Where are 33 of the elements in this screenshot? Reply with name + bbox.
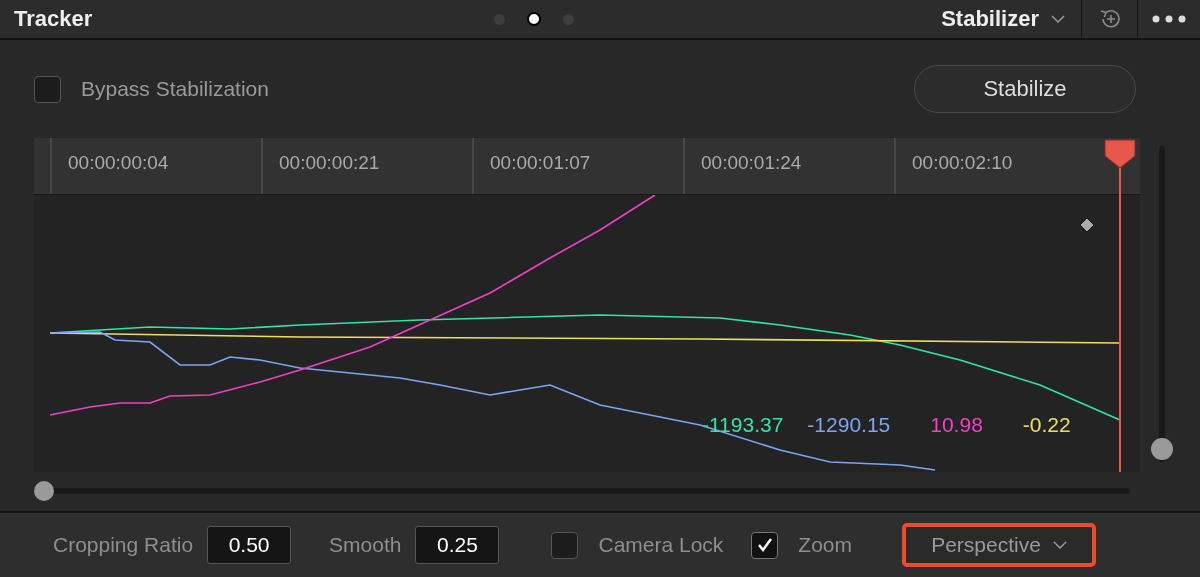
cropping-ratio-field[interactable]: 0.50 <box>207 526 292 564</box>
bypass-label: Bypass Stabilization <box>81 77 269 101</box>
more-icon[interactable] <box>1152 15 1186 23</box>
stabilize-button[interactable]: Stabilize <box>914 65 1136 113</box>
playhead[interactable] <box>1103 138 1137 474</box>
zoom-slider[interactable] <box>1151 146 1173 462</box>
panel-title: Tracker <box>13 6 94 32</box>
bypass-checkbox[interactable] <box>34 75 61 103</box>
curve-value: 10.98 <box>930 413 983 437</box>
timecode: 00:00:00:21 <box>261 138 472 194</box>
mode-dropdown[interactable]: Stabilizer <box>941 0 1081 39</box>
field-label: Smooth <box>329 533 402 557</box>
checkbox-label: Camera Lock <box>598 533 724 557</box>
checkbox-label: Zoom <box>798 533 853 557</box>
camera-lock-checkbox[interactable] <box>551 531 579 559</box>
curve-value: -1193.37 <box>702 413 784 437</box>
timeline-ruler[interactable]: 00:00:00:04 00:00:00:21 00:00:01:07 00:00:01:24 00:00:02:10 <box>34 138 1140 195</box>
chevron-icon <box>1052 541 1067 549</box>
curve-value: -0.22 <box>1022 413 1071 437</box>
field-label: Cropping Ratio <box>53 533 194 557</box>
page-dot[interactable] <box>527 12 541 26</box>
chevron-icon <box>1051 15 1065 23</box>
slider-thumb[interactable] <box>1151 438 1173 460</box>
zoom-checkbox[interactable] <box>751 531 779 559</box>
scroll-thumb[interactable] <box>34 481 54 501</box>
curve-value: -1290.15 <box>807 413 891 437</box>
keyframe-icon[interactable] <box>1079 217 1095 233</box>
framing-dropdown[interactable]: Perspective <box>902 523 1097 567</box>
smooth-field[interactable]: 0.25 <box>415 526 500 564</box>
timecode: 00:00:01:07 <box>472 138 683 194</box>
timeline-scrollbar[interactable] <box>34 481 1130 501</box>
timecode: 00:00:00:04 <box>50 138 261 194</box>
timecode: 00:00:01:24 <box>683 138 894 194</box>
